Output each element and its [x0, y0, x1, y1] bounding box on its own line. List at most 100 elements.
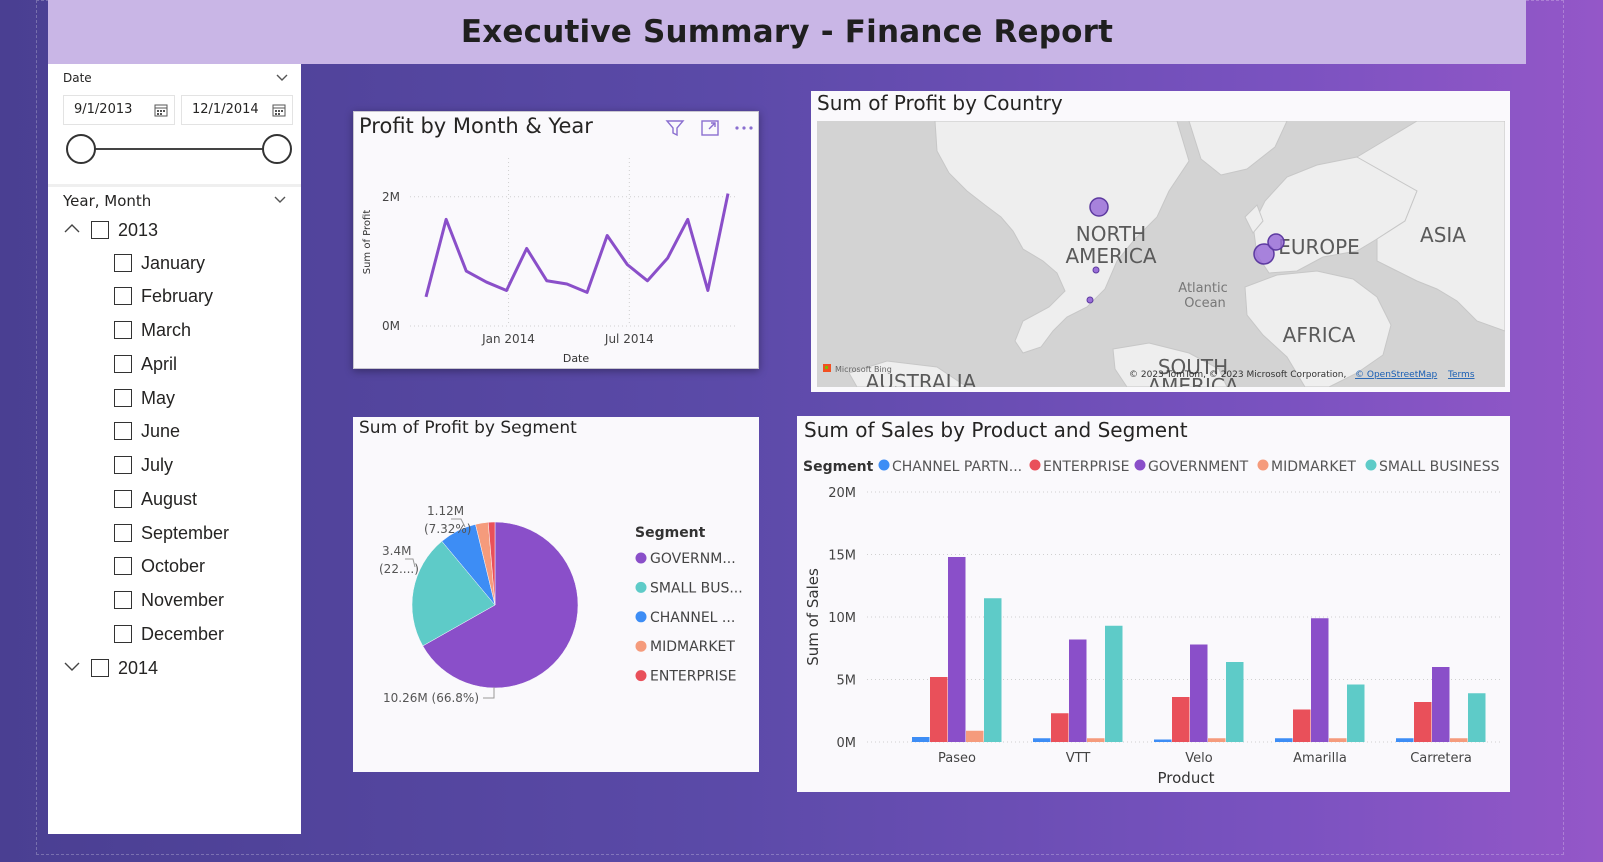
line-data-point	[727, 192, 730, 195]
bar	[1311, 618, 1329, 742]
tree-item-month[interactable]: November	[114, 588, 224, 612]
bar	[1396, 738, 1414, 742]
collapse-chevron-icon[interactable]	[63, 222, 81, 234]
tree-item-month[interactable]: January	[114, 251, 205, 275]
bar	[1468, 693, 1486, 742]
pie-data-label: (7.32%)	[424, 522, 471, 536]
date-range-slider-track[interactable]	[80, 148, 276, 150]
legend-marker	[1257, 459, 1269, 471]
legend-item-label: GOVERNM...	[650, 551, 736, 567]
y-tick-label: 20M	[828, 486, 856, 501]
world-map[interactable]: NORTH AMERICA EUROPE ASIA Atlantic Ocean…	[817, 121, 1505, 387]
year-label: 2013	[118, 219, 159, 240]
checkbox[interactable]	[114, 456, 132, 474]
line-data-point	[485, 281, 488, 284]
pie-data-label: 1.12M	[427, 504, 464, 518]
bar	[984, 598, 1002, 742]
checkbox[interactable]	[114, 557, 132, 575]
legend-marker	[635, 670, 647, 682]
line-data-point	[706, 289, 709, 292]
date-range-end-handle[interactable]	[262, 134, 292, 164]
line-data-point	[525, 247, 528, 250]
month-label: September	[141, 522, 230, 543]
bar	[1226, 662, 1244, 742]
tree-item-month[interactable]: September	[114, 521, 229, 545]
report-title-bar: Executive Summary - Finance Report	[48, 0, 1526, 64]
calendar-icon[interactable]	[154, 103, 168, 117]
tree-item-month[interactable]: March	[114, 318, 191, 342]
tree-item-year-2014[interactable]: 2014	[91, 656, 158, 680]
profit-by-month-visual[interactable]: Profit by Month & Year 0M 2M Jan 2014 Jul 2…	[353, 111, 759, 369]
end-date-input[interactable]: 12/1/2014	[181, 95, 293, 125]
tree-item-month[interactable]: February	[114, 284, 213, 308]
checkbox[interactable]	[114, 287, 132, 305]
pie-data-label: 10.26M (66.8%)	[383, 691, 479, 705]
legend-marker	[878, 459, 890, 471]
month-label: February	[141, 285, 214, 306]
line-data-point	[626, 263, 629, 266]
start-date-input[interactable]: 9/1/2013	[63, 95, 175, 125]
profit-by-country-visual[interactable]: Sum of Profit by Country NORTH AMERICA E…	[811, 91, 1510, 392]
checkbox[interactable]	[114, 422, 132, 440]
line-data-point	[545, 279, 548, 282]
checkbox[interactable]	[91, 659, 109, 677]
bar	[1087, 738, 1105, 742]
checkbox[interactable]	[114, 321, 132, 339]
line-data-point	[606, 234, 609, 237]
bar	[1172, 697, 1190, 742]
expand-chevron-icon[interactable]	[63, 661, 81, 673]
bar	[1329, 738, 1347, 742]
map-bubble-mexico[interactable]	[1086, 296, 1094, 304]
month-label: January	[141, 252, 206, 273]
chevron-down-icon[interactable]	[275, 72, 289, 82]
tree-item-month[interactable]: April	[114, 352, 177, 376]
end-date-value: 12/1/2014	[192, 102, 259, 117]
date-range-start-handle[interactable]	[66, 134, 96, 164]
legend-item-label: GOVERNMENT	[1148, 459, 1249, 475]
calendar-icon[interactable]	[272, 103, 286, 117]
checkbox[interactable]	[114, 389, 132, 407]
tree-item-month[interactable]: October	[114, 554, 205, 578]
checkbox[interactable]	[114, 625, 132, 643]
bar	[966, 730, 984, 742]
x-tick-label: Velo	[1185, 751, 1212, 766]
map-bubble-canada[interactable]	[1089, 197, 1109, 217]
checkbox[interactable]	[114, 490, 132, 508]
map-canvas[interactable]: NORTH AMERICA EUROPE ASIA Atlantic Ocean…	[817, 121, 1505, 387]
tree-item-year-2013[interactable]: 2013	[91, 218, 158, 242]
map-bubble-germany[interactable]	[1267, 233, 1285, 251]
y-axis-title: Sum of Profit	[362, 210, 373, 275]
chevron-down-icon[interactable]	[273, 194, 287, 204]
osm-link[interactable]: © OpenStreetMap	[1355, 370, 1438, 380]
checkbox[interactable]	[91, 221, 109, 239]
terms-link[interactable]: Terms	[1447, 370, 1475, 380]
legend-marker	[635, 581, 647, 593]
bar	[1432, 667, 1450, 742]
tree-item-month[interactable]: August	[114, 487, 197, 511]
month-label: July	[141, 454, 174, 475]
line-data-point	[565, 283, 568, 286]
date-slicer-header: Date	[63, 71, 92, 85]
checkbox[interactable]	[114, 254, 132, 272]
bar	[1033, 738, 1051, 742]
profit-by-segment-visual[interactable]: Sum of Profit by Segment 10.26M (66.8%) 3…	[353, 417, 759, 772]
bar	[1450, 738, 1468, 742]
checkbox[interactable]	[114, 591, 132, 609]
tree-item-month[interactable]: June	[114, 419, 180, 443]
sales-by-product-segment-visual[interactable]: Sum of Sales by Product and Segment Segm…	[797, 416, 1510, 792]
line-data-point	[686, 218, 689, 221]
tree-item-month[interactable]: December	[114, 622, 224, 646]
tree-item-month[interactable]: July	[114, 453, 173, 477]
x-tick-label: Amarilla	[1293, 751, 1347, 766]
month-label: August	[141, 488, 198, 509]
tree-item-month[interactable]: May	[114, 386, 175, 410]
map-label-ocean: Ocean	[1184, 296, 1226, 311]
profit-series-line	[424, 193, 730, 298]
legend-marker	[635, 640, 647, 652]
checkbox[interactable]	[114, 524, 132, 542]
checkbox[interactable]	[114, 355, 132, 373]
month-label: November	[141, 589, 225, 610]
bar	[1414, 702, 1432, 742]
map-bubble-usa[interactable]	[1092, 266, 1100, 274]
map-label-europe: EUROPE	[1278, 235, 1360, 259]
